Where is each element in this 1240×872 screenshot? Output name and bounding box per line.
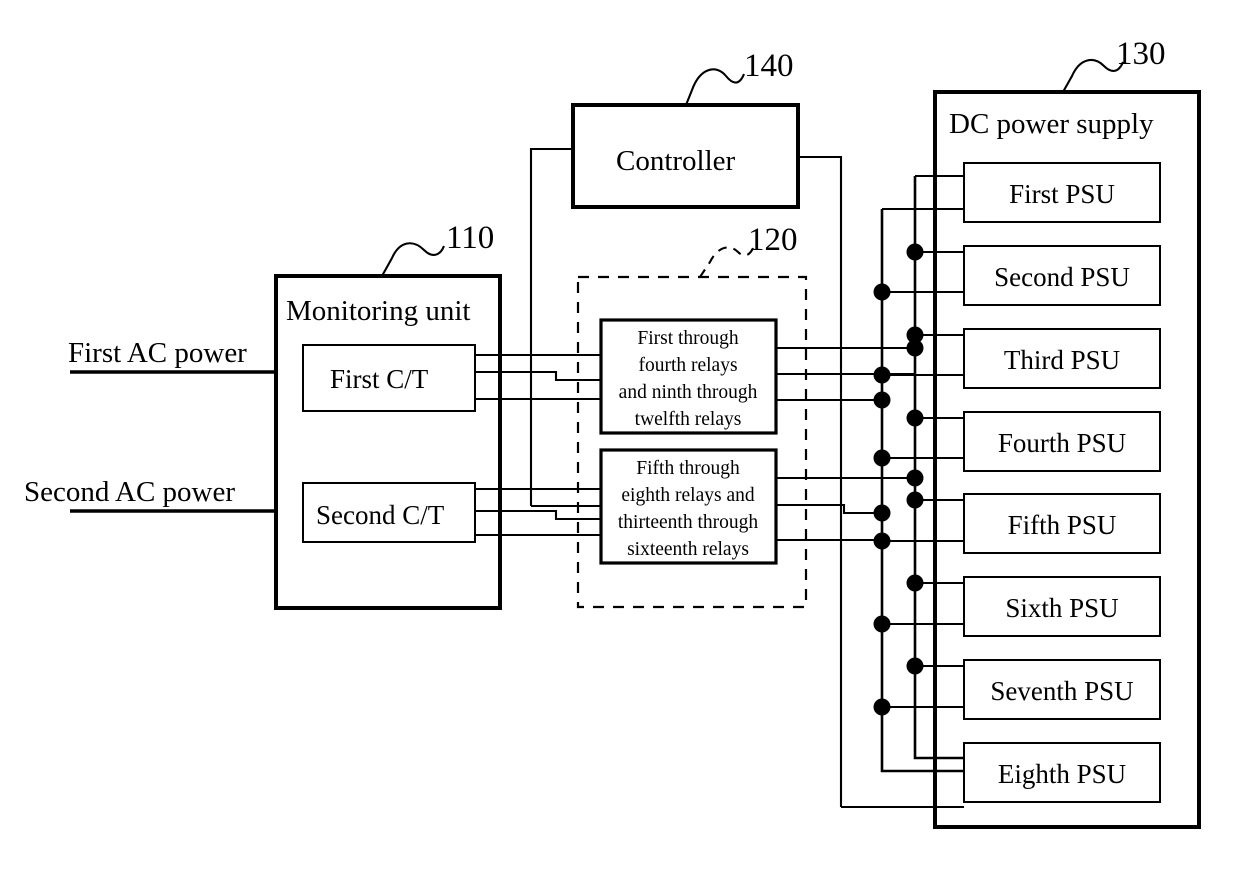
psu-label-6: Sixth PSU <box>1005 593 1118 623</box>
junction-dot <box>873 504 891 522</box>
junction-dot <box>906 469 924 487</box>
controller-block[interactable]: Controller <box>571 103 800 209</box>
psu-label-5: Fifth PSU <box>1008 510 1117 540</box>
junction-dot <box>906 491 924 509</box>
psu-item-8[interactable]: Eighth PSU <box>963 742 1161 803</box>
junction-dot <box>906 243 924 261</box>
second-ac-power-input: Second AC power <box>24 476 305 513</box>
relay-group-1-line-1: First through <box>637 328 739 349</box>
monitoring-unit-title: Monitoring unit <box>286 295 470 327</box>
first-ct-label: First C/T <box>330 364 429 394</box>
relay-group-1-line-4: twelfth relays <box>635 409 742 430</box>
junction-dot <box>873 449 891 467</box>
relay-group-2-line-3: thirteenth through <box>618 512 759 533</box>
psu-label-4: Fourth PSU <box>998 428 1126 458</box>
junction-dot <box>873 283 891 301</box>
psu-label-2: Second PSU <box>994 262 1130 292</box>
relay-group-2-line-1: Fifth through <box>636 458 740 479</box>
junction-dot <box>906 574 924 592</box>
block-diagram-svg: First AC power Second AC power Monitorin… <box>24 36 1201 829</box>
junction-dot <box>873 615 891 633</box>
junction-dot <box>906 339 924 357</box>
junction-dot <box>873 698 891 716</box>
psu-label-7: Seventh PSU <box>990 676 1133 706</box>
relay-group-2-line-4: sixteenth relays <box>627 539 749 560</box>
second-ct-label: Second C/T <box>316 500 445 530</box>
relay-group-1[interactable]: First through fourth relays and ninth th… <box>599 318 778 435</box>
psu-item-7[interactable]: Seventh PSU <box>963 659 1161 720</box>
psu-item-5[interactable]: Fifth PSU <box>963 493 1161 554</box>
monitoring-unit[interactable]: Monitoring unit First C/T Second C/T <box>274 274 502 610</box>
first-ct-block[interactable]: First C/T <box>302 344 476 412</box>
relay-group-1-line-2: fourth relays <box>638 355 737 376</box>
relay-group-2[interactable]: Fifth through eighth relays and thirteen… <box>599 448 778 565</box>
junction-dot <box>873 391 891 409</box>
ref-130-leader: 130 <box>1062 36 1166 93</box>
controller-right-control-wire <box>798 155 843 807</box>
ref-130-label: 130 <box>1116 36 1166 72</box>
junction-dot <box>873 366 891 384</box>
psu-item-4[interactable]: Fourth PSU <box>963 411 1161 472</box>
second-ac-power-label: Second AC power <box>24 476 235 508</box>
psu-item-2[interactable]: Second PSU <box>963 245 1161 306</box>
psu-label-3: Third PSU <box>1004 345 1120 375</box>
junction-dot <box>906 409 924 427</box>
psu-item-1[interactable]: First PSU <box>963 162 1161 223</box>
psu-label-1: First PSU <box>1009 179 1115 209</box>
relay-group-2-line-2: eighth relays and <box>621 485 754 506</box>
psu-item-3[interactable]: Third PSU <box>963 328 1161 389</box>
ref-110-label: 110 <box>446 220 494 256</box>
first-ac-power-input: First AC power <box>68 337 305 374</box>
ref-140-label: 140 <box>744 48 794 84</box>
ref-140-leader: 140 <box>685 48 794 106</box>
ref-120-label: 120 <box>748 222 798 258</box>
second-ct-block[interactable]: Second C/T <box>302 482 476 543</box>
patent-figure-canvas: First AC power Second AC power Monitorin… <box>0 0 1240 872</box>
dc-power-supply-title: DC power supply <box>949 108 1154 140</box>
relay-group-2-output-wires <box>776 476 915 542</box>
ref-120-leader: 120 <box>699 222 798 278</box>
ref-110-leader: 110 <box>381 220 494 277</box>
psu-label-8: Eighth PSU <box>998 759 1126 789</box>
junction-dot <box>906 657 924 675</box>
junction-dot <box>873 532 891 550</box>
first-ac-power-label: First AC power <box>68 337 247 369</box>
controller-title: Controller <box>616 145 736 177</box>
relay-group-1-line-3: and ninth through <box>619 382 758 403</box>
psu-item-6[interactable]: Sixth PSU <box>963 576 1161 637</box>
